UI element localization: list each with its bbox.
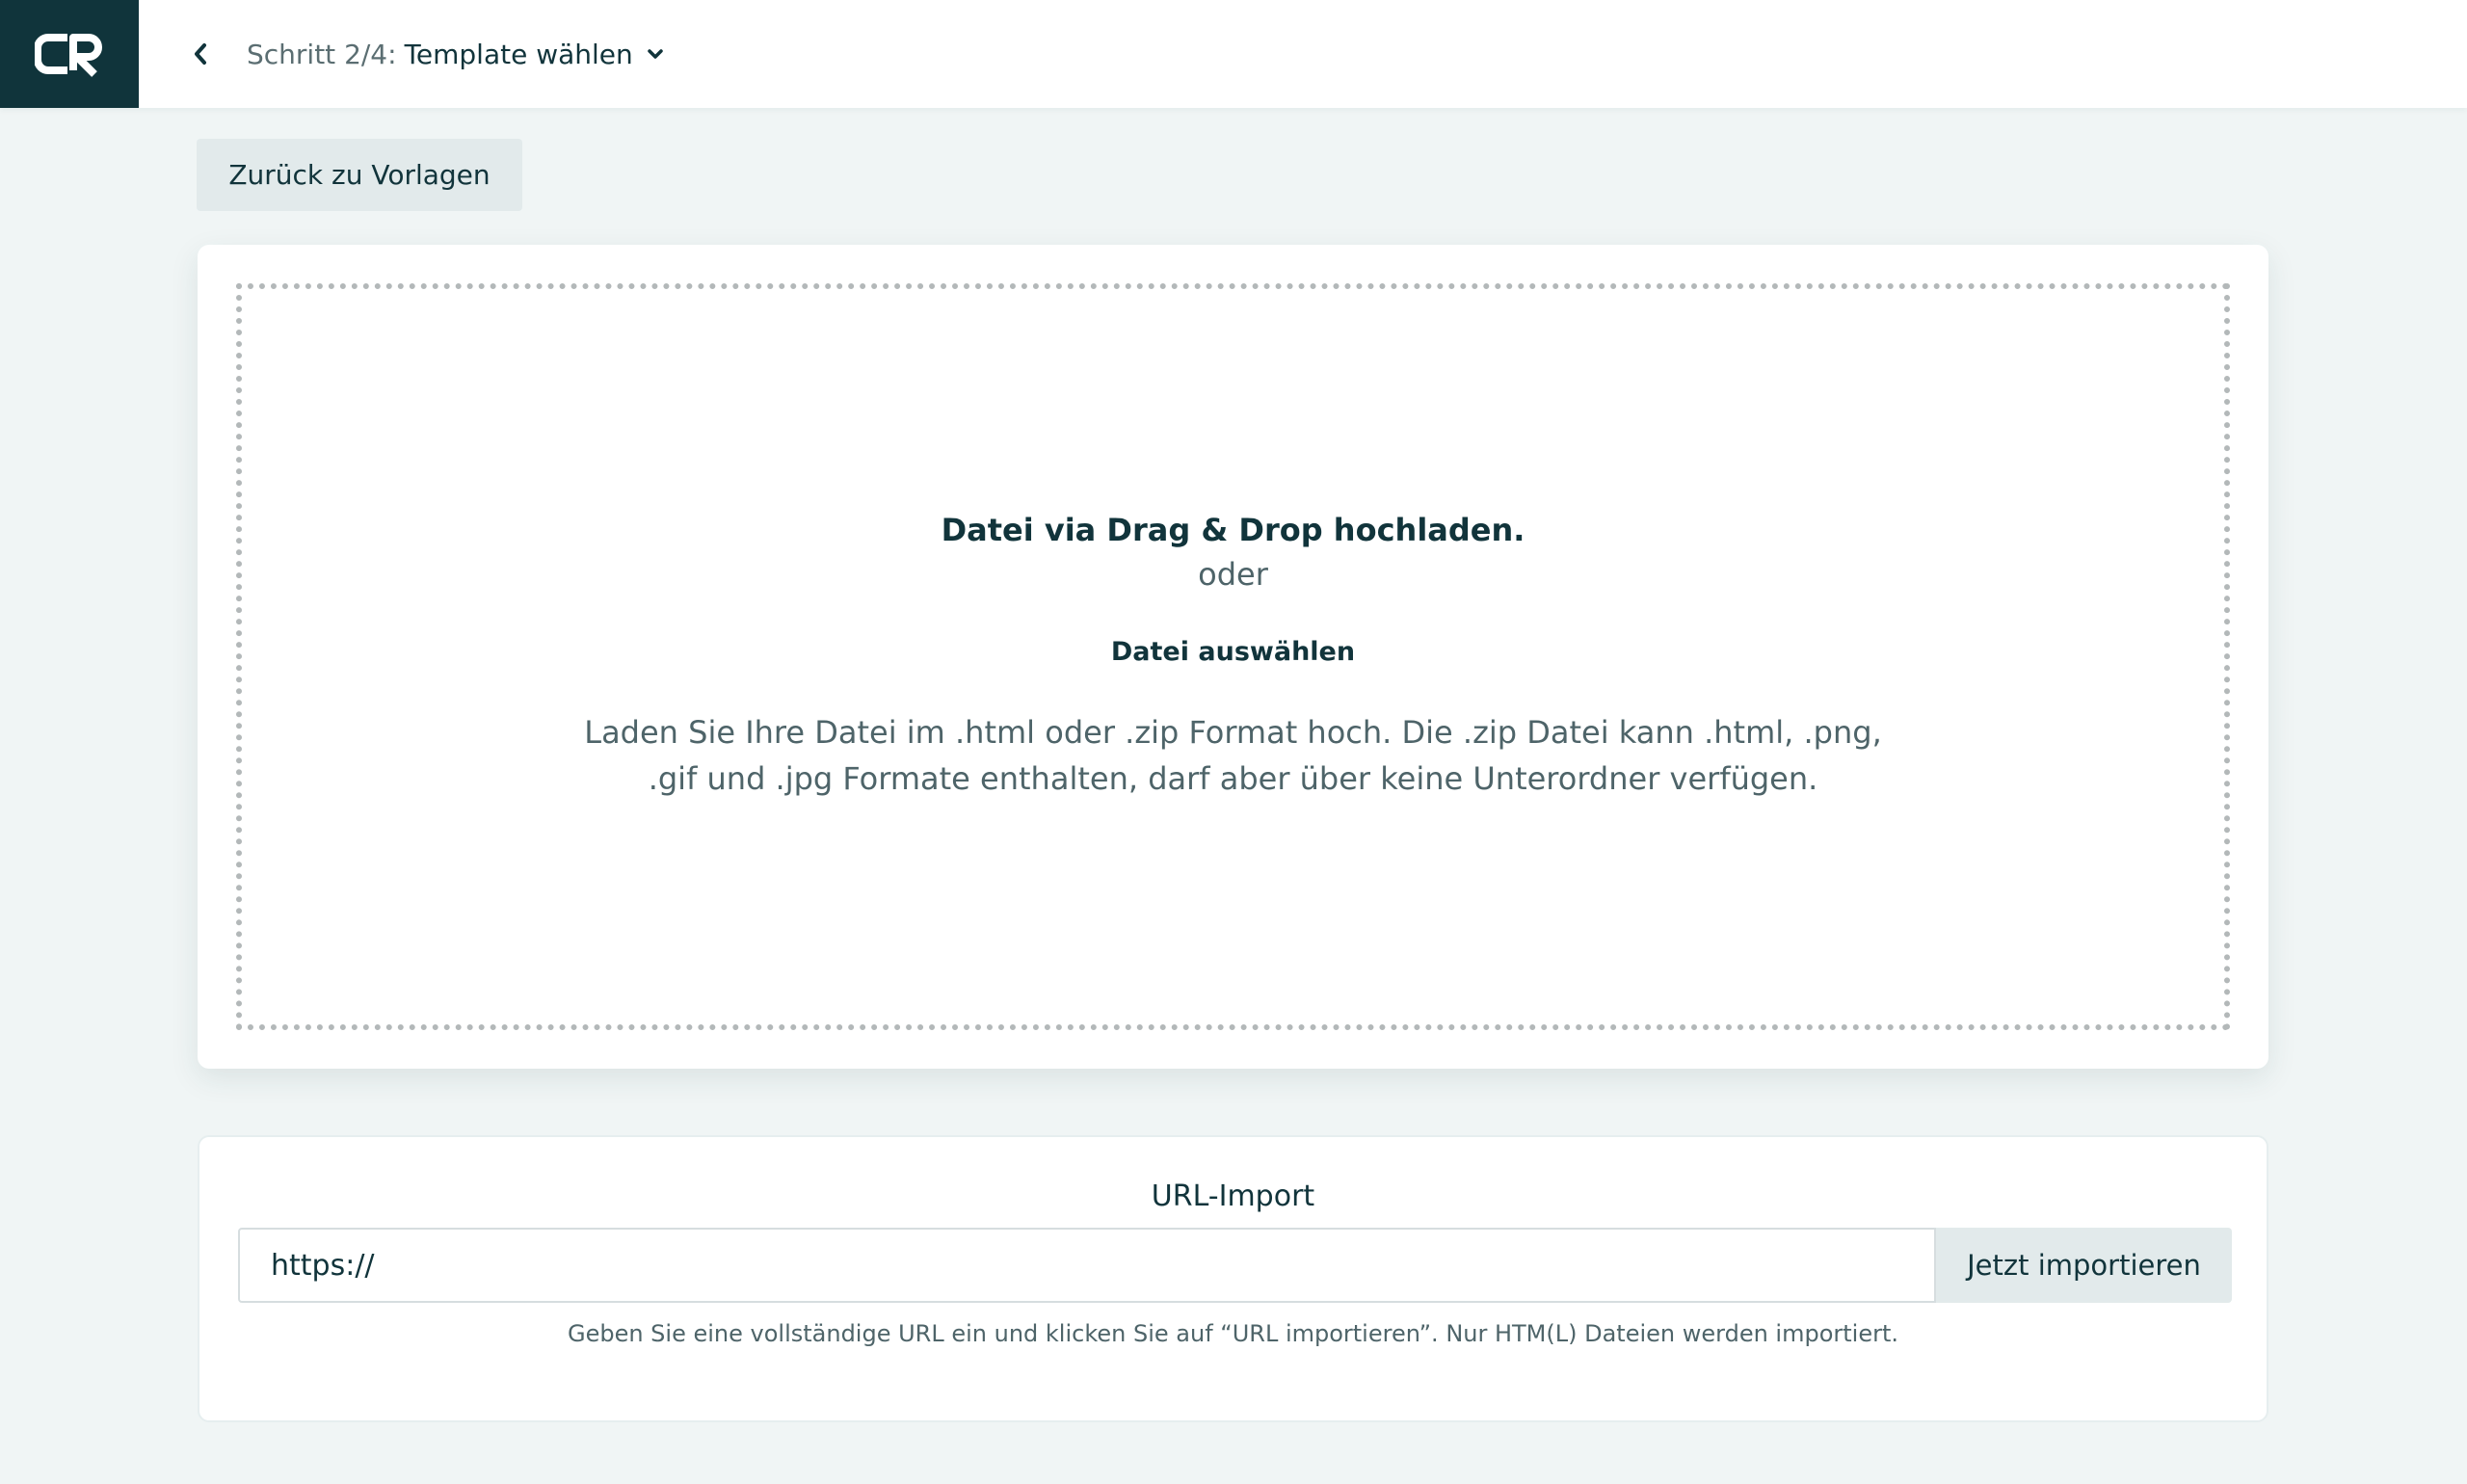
select-file-link[interactable]: Datei auswählen [1111,637,1355,667]
step-prefix: Schritt 2/4: [247,38,397,70]
back-to-templates-button[interactable]: Zurück zu Vorlagen [197,139,522,211]
back-button[interactable] [162,0,239,108]
cr-logo[interactable] [0,0,139,108]
cr-logo-icon [35,34,102,77]
top-bar: Schritt 2/4: Template wählen [0,0,2467,108]
url-import-help: Geben Sie eine vollständige URL ein und … [567,1320,1899,1347]
dropzone[interactable]: Datei via Drag & Drop hochladen. oder Da… [236,283,2230,1030]
chevron-down-icon [647,48,664,60]
url-import-label: URL-Import [1151,1179,1315,1213]
url-import-card: URL-Import Jetzt importieren Geben Sie e… [198,1135,2268,1422]
dropzone-hint: Laden Sie Ihre Datei im .html oder .zip … [584,714,1882,797]
dropzone-title: Datei via Drag & Drop hochladen. [941,512,1525,548]
import-now-button[interactable]: Jetzt importieren [1936,1228,2232,1303]
chevron-left-icon [195,43,206,65]
step-name: Template wählen [404,38,633,70]
step-selector[interactable]: Schritt 2/4: Template wählen [247,39,664,70]
dropzone-or: oder [1198,556,1268,593]
url-input[interactable] [238,1228,1936,1303]
upload-card: Datei via Drag & Drop hochladen. oder Da… [198,245,2268,1069]
